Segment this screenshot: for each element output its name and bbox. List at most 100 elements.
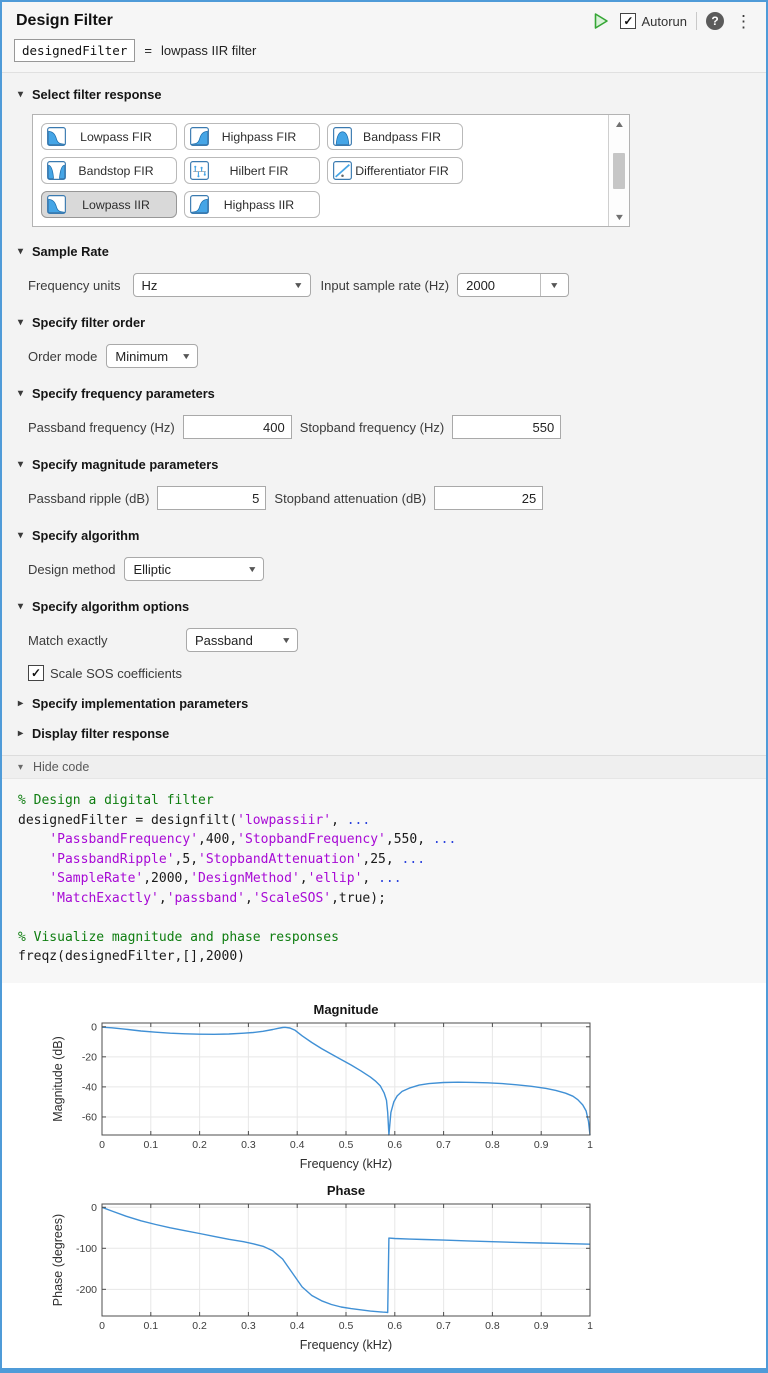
- generated-code-block: % Design a digital filterdesignedFilter …: [2, 779, 766, 983]
- svg-text:0.8: 0.8: [485, 1320, 500, 1332]
- section-algorithm-options[interactable]: ▾ Specify algorithm options: [18, 599, 750, 614]
- input-sample-rate-label: Input sample rate (Hz): [321, 278, 450, 293]
- scrollbar-thumb[interactable]: [613, 153, 625, 189]
- filter-option-lowpass-iir[interactable]: Lowpass IIR: [41, 191, 177, 218]
- section-title: Select filter response: [32, 87, 161, 102]
- dropdown-value: Elliptic: [133, 562, 171, 577]
- autorun-control[interactable]: ✓ Autorun: [620, 13, 687, 29]
- svg-text:0.3: 0.3: [241, 1139, 256, 1151]
- filter-option-bandpass-fir[interactable]: Bandpass FIR: [327, 123, 463, 150]
- hide-code-toggle[interactable]: ▾ Hide code: [2, 755, 766, 779]
- section-expanded-icon: ▾: [18, 317, 27, 328]
- section-title: Sample Rate: [32, 244, 109, 259]
- autorun-label: Autorun: [641, 14, 687, 29]
- section-expanded-icon: ▾: [18, 246, 27, 257]
- section-algorithm[interactable]: ▾ Specify algorithm: [18, 528, 750, 543]
- phase-plot: 00.10.20.30.40.50.60.70.80.910-100-200Ph…: [32, 1180, 632, 1355]
- section-collapsed-icon: ▸: [18, 728, 27, 739]
- section-sample-rate[interactable]: ▾ Sample Rate: [18, 244, 750, 259]
- lowpass-fir-icon: [47, 127, 66, 146]
- frequency-units-label: Frequency units: [28, 278, 121, 293]
- svg-text:1: 1: [587, 1320, 593, 1332]
- section-implementation-parameters[interactable]: ▸ Specify implementation parameters: [18, 696, 750, 711]
- svg-text:Phase: Phase: [327, 1183, 365, 1198]
- passband-frequency-input[interactable]: [183, 415, 292, 439]
- frequency-units-dropdown[interactable]: Hz ▼: [133, 273, 311, 297]
- filter-option-bandstop-fir[interactable]: Bandstop FIR: [41, 157, 177, 184]
- svg-text:0.9: 0.9: [534, 1139, 549, 1151]
- help-button[interactable]: ?: [706, 12, 724, 30]
- filter-option-hilbert-fir[interactable]: Hilbert FIR: [184, 157, 320, 184]
- svg-text:0.6: 0.6: [387, 1139, 402, 1151]
- match-exactly-dropdown[interactable]: Passband ▼: [186, 628, 298, 652]
- task-header: Design Filter ✓ Autorun ? ⋮: [2, 2, 766, 33]
- filter-grid: Lowpass FIR Highpass FIR Bandpass FIR Bands…: [41, 123, 599, 218]
- section-select-filter-response[interactable]: ▾ Select filter response: [18, 87, 750, 102]
- help-icon: ?: [711, 14, 718, 28]
- chevron-down-icon: ▼: [549, 280, 560, 290]
- svg-text:0: 0: [99, 1139, 105, 1151]
- highpass-fir-icon: [190, 127, 209, 146]
- svg-text:0.1: 0.1: [143, 1139, 158, 1151]
- svg-text:0: 0: [91, 1021, 97, 1033]
- gallery-scrollbar[interactable]: ▲ ▼: [608, 115, 629, 226]
- input-sample-rate-combobox[interactable]: 2000 ▼: [457, 273, 569, 297]
- output-variable-box[interactable]: designedFilter: [14, 39, 135, 62]
- section-title: Specify algorithm: [32, 528, 139, 543]
- order-mode-label: Order mode: [28, 349, 97, 364]
- section-title: Display filter response: [32, 726, 169, 741]
- code-line: [18, 908, 766, 928]
- filter-option-highpass-fir[interactable]: Highpass FIR: [184, 123, 320, 150]
- svg-text:0.4: 0.4: [290, 1139, 305, 1151]
- section-magnitude-parameters[interactable]: ▾ Specify magnitude parameters: [18, 457, 750, 472]
- svg-text:-20: -20: [82, 1051, 97, 1063]
- order-mode-dropdown[interactable]: Minimum ▼: [106, 344, 198, 368]
- svg-text:0.2: 0.2: [192, 1139, 207, 1151]
- svg-text:0.9: 0.9: [534, 1320, 549, 1332]
- filter-option-lowpass-fir[interactable]: Lowpass FIR: [41, 123, 177, 150]
- hilbert-fir-icon: [190, 161, 209, 180]
- highpass-iir-icon: [190, 195, 209, 214]
- combobox-value[interactable]: 2000: [458, 274, 540, 296]
- combobox-dropdown-button[interactable]: ▼: [540, 274, 568, 296]
- more-options-button[interactable]: ⋮: [733, 13, 754, 30]
- match-exactly-label: Match exactly: [28, 633, 186, 648]
- filter-option-highpass-iir[interactable]: Highpass IIR: [184, 191, 320, 218]
- svg-text:0.1: 0.1: [143, 1320, 158, 1332]
- scale-sos-row: ✓ Scale SOS coefficients: [28, 665, 750, 681]
- filter-option-differentiator-fir[interactable]: Differentiator FIR: [327, 157, 463, 184]
- sample-rate-row: Frequency units Hz ▼ Input sample rate (…: [28, 272, 750, 298]
- section-expanded-icon: ▾: [18, 601, 27, 612]
- run-button[interactable]: [591, 11, 611, 31]
- section-expanded-icon: ▾: [18, 530, 27, 541]
- chevron-down-icon: ▼: [293, 280, 304, 290]
- section-expanded-icon: ▾: [18, 388, 27, 399]
- code-line: 'PassbandRipple',5,'StopbandAttenuation'…: [18, 850, 766, 870]
- section-expanded-icon: ▾: [18, 89, 27, 100]
- section-filter-order[interactable]: ▾ Specify filter order: [18, 315, 750, 330]
- code-line: designedFilter = designfilt('lowpassiir'…: [18, 811, 766, 831]
- svg-text:Phase (degrees): Phase (degrees): [51, 1213, 65, 1305]
- section-title: Specify implementation parameters: [32, 696, 248, 711]
- dropdown-value: Hz: [142, 278, 158, 293]
- design-method-dropdown[interactable]: Elliptic ▼: [124, 557, 264, 581]
- passband-ripple-input[interactable]: [157, 486, 266, 510]
- chevron-down-icon: ▼: [281, 635, 292, 645]
- scroll-down-icon[interactable]: ▼: [613, 212, 625, 222]
- section-title: Specify filter order: [32, 315, 145, 330]
- scroll-up-icon[interactable]: ▲: [613, 119, 625, 129]
- section-collapsed-icon: ▸: [18, 698, 27, 709]
- svg-text:Magnitude: Magnitude: [314, 1002, 379, 1017]
- chevron-down-icon: ▼: [181, 351, 192, 361]
- section-frequency-parameters[interactable]: ▾ Specify frequency parameters: [18, 386, 750, 401]
- dropdown-value: Minimum: [115, 349, 168, 364]
- section-display-filter-response[interactable]: ▸ Display filter response: [18, 726, 750, 741]
- stopband-attenuation-input[interactable]: [434, 486, 543, 510]
- order-mode-row: Order mode Minimum ▼: [28, 343, 750, 369]
- page-title: Design Filter: [16, 12, 113, 30]
- stopband-frequency-input[interactable]: [452, 415, 561, 439]
- scale-sos-checkbox[interactable]: ✓: [28, 665, 44, 681]
- passband-frequency-label: Passband frequency (Hz): [28, 420, 175, 435]
- autorun-checkbox[interactable]: ✓: [620, 13, 636, 29]
- section-title: Specify algorithm options: [32, 599, 189, 614]
